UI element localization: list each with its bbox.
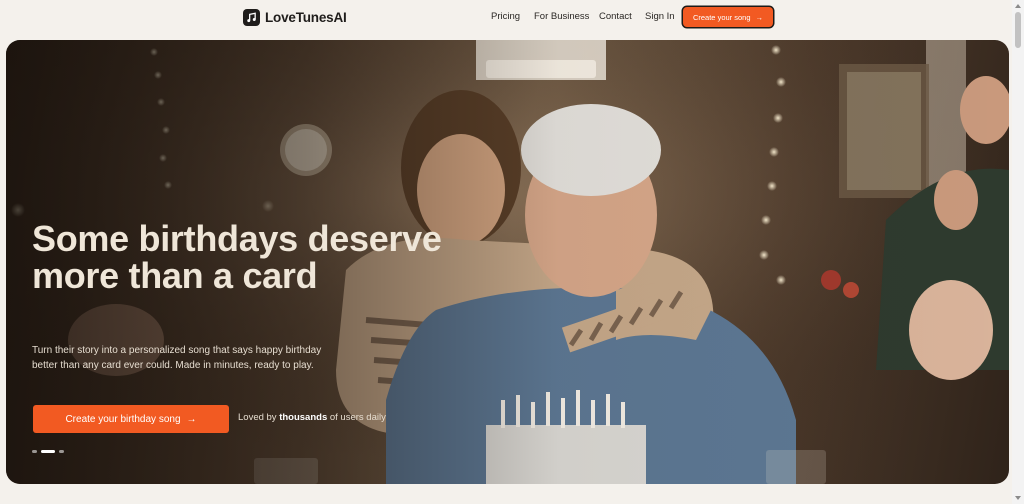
scroll-up-arrow-icon[interactable] [1015,4,1021,8]
brand-name: LoveTunesAI [265,9,347,25]
top-navigation: LoveTunesAI Pricing For Business Contact… [0,0,1012,34]
nav-link-sign-in[interactable]: Sign In [645,11,675,22]
create-song-label: Create your song [692,12,751,22]
music-note-icon [243,8,260,26]
scrollbar-thumb[interactable] [1015,12,1021,48]
hero-title: Some birthdays deserve more than a card [32,218,442,296]
arrow-right-icon: → [755,12,764,22]
arrow-right-icon: → [186,413,197,425]
carousel-dot-2[interactable] [41,450,55,453]
page-scrollbar[interactable] [1012,0,1024,504]
social-proof-highlight: thousands [279,412,328,423]
create-song-button[interactable]: Create your song → [683,7,773,27]
social-proof-prefix: Loved by [238,412,277,423]
nav-link-for-business[interactable]: For Business [534,11,589,22]
create-birthday-song-button[interactable]: Create your birthday song → [33,405,229,433]
nav-link-pricing[interactable]: Pricing [491,11,520,22]
social-proof: Loved by thousands of users daily [238,412,386,423]
carousel-dot-3[interactable] [59,450,64,453]
brand-logo[interactable]: LoveTunesAI [243,8,347,26]
carousel-dot-1[interactable] [32,450,37,453]
hero-subtitle: Turn their story into a personalized son… [32,345,322,371]
nav-link-contact[interactable]: Contact [599,11,632,22]
social-proof-suffix: of users daily [329,412,386,423]
create-birthday-song-label: Create your birthday song [65,413,181,425]
carousel-indicators [32,450,64,453]
scroll-down-arrow-icon[interactable] [1015,496,1021,500]
hero-banner: Some birthdays deserve more than a card … [6,40,1009,484]
